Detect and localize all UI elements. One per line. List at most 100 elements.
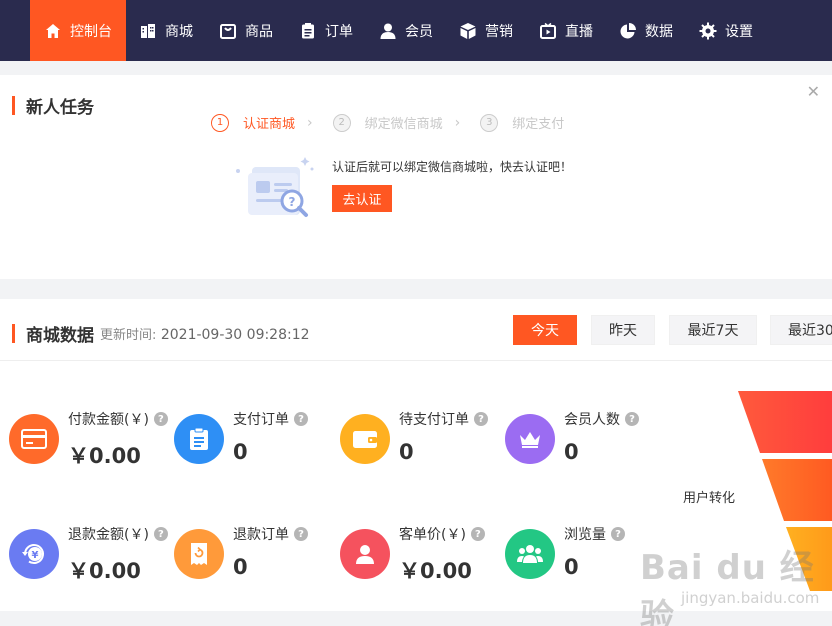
nav-item-label: 商城 (165, 23, 193, 40)
stat-label: 付款金额(￥) (68, 412, 149, 428)
receipt-icon (174, 529, 224, 579)
close-icon[interactable]: ✕ (807, 84, 820, 100)
help-icon[interactable]: ? (474, 412, 488, 426)
mall-data-header: 商城数据 更新时间: 2021-09-30 09:28:12 今天 昨天 最近7… (0, 299, 832, 361)
update-time-label: 更新时间: (100, 328, 157, 343)
crown-icon (505, 414, 555, 464)
wallet-icon (340, 414, 390, 464)
step-bind-payment[interactable]: 3 绑定支付 (480, 113, 564, 132)
nav-item-mall[interactable]: 商城 (126, 0, 206, 61)
refund-icon: ¥ (9, 529, 59, 579)
go-verify-button[interactable]: 去认证 (332, 185, 392, 212)
stat-label: 退款金额(￥) (68, 527, 149, 543)
baidu-watermark-url: jingyan.baidu.com (681, 589, 820, 607)
stat-value: 0 (233, 555, 248, 579)
stat-page-views: 浏览量? 0 (505, 527, 625, 579)
stat-value: 0 (564, 440, 579, 464)
newbie-task-panel: 新人任务 ✕ 1 认证商城 › 2 绑定微信商城 › 3 绑定支付 ? 认证后就… (0, 75, 832, 279)
box-icon (460, 22, 476, 39)
stat-value: 0 (233, 440, 248, 464)
stat-label: 退款订单 (233, 527, 289, 543)
range-yesterday-button[interactable]: 昨天 (591, 315, 655, 345)
verify-tip-text: 认证后就可以绑定微信商城啦，快去认证吧！ (332, 160, 573, 174)
nav-item-marketing[interactable]: 营销 (446, 0, 526, 61)
bag-icon (220, 23, 236, 39)
stat-label: 支付订单 (233, 412, 289, 428)
nav-item-settings[interactable]: 设置 (686, 0, 766, 61)
mall-data-title: 商城数据 更新时间: 2021-09-30 09:28:12 (12, 321, 310, 346)
stat-avg-order-price: 客单价(￥)? ￥0.00 (340, 527, 485, 585)
nav-item-data[interactable]: 数据 (606, 0, 686, 61)
baidu-watermark: Bai du 经验 (640, 548, 815, 626)
stat-value: ￥0.00 (399, 559, 472, 583)
help-icon[interactable]: ? (153, 412, 168, 426)
nav-item-label: 设置 (725, 23, 753, 40)
update-time: 更新时间: 2021-09-30 09:28:12 (100, 324, 310, 343)
stat-label: 客单价(￥) (399, 527, 466, 543)
title-accent-bar (12, 324, 15, 343)
title-accent-bar (12, 96, 15, 115)
clipboard-icon (174, 414, 224, 464)
stat-refund-amount: ¥ 退款金额(￥)? ￥0.00 (9, 527, 168, 585)
step-label: 认证商城 (243, 117, 296, 132)
nav-item-label: 订单 (325, 23, 353, 40)
range-today-button[interactable]: 今天 (513, 315, 577, 345)
nav-item-label: 会员 (405, 23, 433, 40)
step-number: 1 (211, 113, 229, 132)
nav-item-orders[interactable]: 订单 (286, 0, 366, 61)
home-icon (46, 23, 60, 38)
stat-value: ￥0.00 (68, 559, 141, 583)
chevron-right-icon: › (307, 114, 313, 131)
funnel-segment-1 (738, 391, 832, 453)
nav-item-label: 直播 (565, 23, 593, 40)
building-icon (141, 23, 155, 38)
stat-value: 0 (564, 555, 579, 579)
svg-text:¥: ¥ (32, 550, 39, 561)
stat-member-count: 会员人数? 0 (505, 412, 639, 464)
nav-item-label: 数据 (645, 23, 673, 40)
clipboard-icon (302, 22, 314, 38)
update-time-value: 2021-09-30 09:28:12 (160, 327, 310, 343)
step-bind-wechat[interactable]: 2 绑定微信商城 (332, 113, 443, 132)
step-label: 绑定微信商城 (364, 117, 443, 132)
step-number: 3 (480, 113, 499, 132)
funnel-segment-2 (762, 459, 832, 521)
help-icon[interactable]: ? (294, 527, 308, 541)
nav-item-members[interactable]: 会员 (366, 0, 446, 61)
stat-paid-amount: 付款金额(￥)? ￥0.00 (9, 412, 168, 470)
help-icon[interactable]: ? (625, 412, 639, 426)
nav-item-live[interactable]: 直播 (526, 0, 606, 61)
step-verify-mall[interactable]: 1 认证商城 (211, 113, 295, 132)
funnel-label: 用户转化 (683, 491, 736, 506)
range-30days-button[interactable]: 最近30天 (770, 315, 832, 345)
nav-item-label: 营销 (485, 23, 513, 40)
top-nav: 控制台 商城 商品 订单 会员 营销 直播 数据 设置 (0, 0, 832, 61)
newbie-task-title-text: 新人任务 (26, 98, 94, 118)
nav-item-products[interactable]: 商品 (206, 0, 286, 61)
step-label: 绑定支付 (512, 117, 565, 132)
stat-paid-orders: 支付订单? 0 (174, 412, 308, 464)
card-icon (9, 414, 59, 464)
stat-value: ￥0.00 (68, 444, 141, 468)
user-icon (380, 23, 396, 39)
stat-value: 0 (399, 440, 414, 464)
svg-text:?: ? (289, 195, 296, 209)
newbie-task-title: 新人任务 (12, 93, 94, 118)
nav-item-label: 商品 (245, 23, 273, 40)
help-icon[interactable]: ? (611, 527, 625, 541)
gear-icon (699, 22, 717, 39)
nav-item-dashboard[interactable]: 控制台 (30, 0, 126, 61)
range-7days-button[interactable]: 最近7天 (669, 315, 757, 345)
nav-item-label: 控制台 (70, 23, 112, 40)
stat-label: 浏览量 (564, 527, 606, 543)
pie-chart-icon (620, 22, 636, 38)
help-icon[interactable]: ? (470, 527, 485, 541)
stat-refund-orders: 退款订单? 0 (174, 527, 308, 579)
task-steps: 1 认证商城 › 2 绑定微信商城 › 3 绑定支付 (211, 113, 564, 132)
help-icon[interactable]: ? (294, 412, 308, 426)
stat-label: 待支付订单 (399, 412, 469, 428)
stat-label: 会员人数 (564, 412, 620, 428)
help-icon[interactable]: ? (153, 527, 168, 541)
step-number: 2 (332, 113, 351, 132)
verification-illustration: ? (236, 157, 314, 217)
